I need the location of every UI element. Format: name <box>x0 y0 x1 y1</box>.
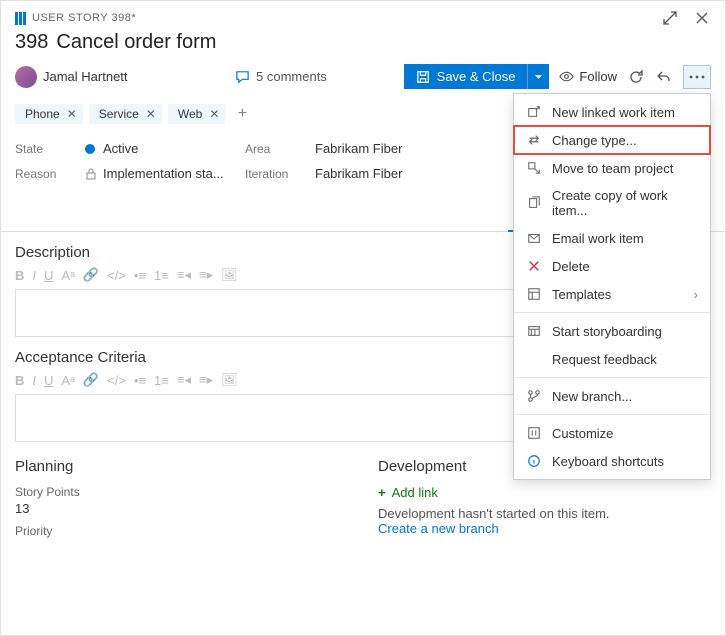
tag-remove-icon[interactable]: ✕ <box>209 107 219 121</box>
save-dropdown-button[interactable] <box>527 64 549 89</box>
menu-customize[interactable]: Customize <box>514 419 710 447</box>
customize-icon <box>526 425 542 441</box>
move-icon <box>526 160 542 176</box>
priority-label: Priority <box>15 524 348 538</box>
state-field[interactable]: Active <box>85 141 245 156</box>
delete-icon <box>526 258 542 274</box>
menu-email[interactable]: Email work item <box>514 224 710 252</box>
menu-create-copy[interactable]: Create copy of work item... <box>514 182 710 224</box>
state-label: State <box>15 142 85 156</box>
menu-move-team[interactable]: Move to team project <box>514 154 710 182</box>
refresh-icon[interactable] <box>627 68 645 86</box>
area-label: Area <box>245 142 315 156</box>
lock-icon <box>85 168 97 180</box>
iteration-field[interactable]: Fabrikam Fiber <box>315 166 515 181</box>
area-field[interactable]: Fabrikam Fiber <box>315 141 515 156</box>
menu-feedback[interactable]: Request feedback <box>514 345 710 373</box>
menu-new-linked[interactable]: New linked work item <box>514 98 710 126</box>
add-link-button[interactable]: +Add link <box>378 485 711 500</box>
feedback-icon <box>526 351 542 367</box>
work-item-type-label: USER STORY 398* <box>15 12 136 25</box>
menu-shortcuts[interactable]: Keyboard shortcuts <box>514 447 710 475</box>
more-actions-button[interactable] <box>683 65 711 89</box>
add-tag-button[interactable]: + <box>231 103 253 125</box>
work-item-title[interactable]: 398Cancel order form <box>15 31 711 54</box>
eye-icon <box>559 69 574 84</box>
chevron-right-icon: › <box>694 287 698 302</box>
tag-phone[interactable]: Phone✕ <box>15 104 83 124</box>
info-icon <box>526 453 542 469</box>
tag-service[interactable]: Service✕ <box>89 104 162 124</box>
state-dot-icon <box>85 144 95 154</box>
plus-icon: + <box>378 485 386 500</box>
iteration-label: Iteration <box>245 167 315 181</box>
copy-icon <box>526 195 542 211</box>
assignee-name: Jamal Hartnett <box>43 69 128 84</box>
assignee-field[interactable]: Jamal Hartnett <box>15 66 195 88</box>
reason-field[interactable]: Implementation sta... <box>85 166 245 181</box>
email-icon <box>526 230 542 246</box>
save-icon <box>416 70 430 84</box>
story-points-value[interactable]: 13 <box>15 501 348 516</box>
create-branch-link[interactable]: Create a new branch <box>378 521 711 536</box>
branch-icon <box>526 388 542 404</box>
storyboard-icon <box>526 323 542 339</box>
save-close-button[interactable]: Save & Close <box>404 64 550 89</box>
menu-delete[interactable]: Delete <box>514 252 710 280</box>
follow-button[interactable]: Follow <box>559 69 617 84</box>
development-text: Development hasn't started on this item. <box>378 506 711 521</box>
planning-heading: Planning <box>15 458 348 475</box>
more-actions-menu: New linked work item Change type... Move… <box>513 93 711 480</box>
ellipsis-icon <box>689 75 705 79</box>
menu-new-branch[interactable]: New branch... <box>514 382 710 410</box>
avatar <box>15 66 37 88</box>
menu-change-type[interactable]: Change type... <box>514 126 710 154</box>
menu-templates[interactable]: Templates› <box>514 280 710 308</box>
change-type-icon <box>526 132 542 148</box>
tag-web[interactable]: Web✕ <box>168 104 226 124</box>
templates-icon <box>526 286 542 302</box>
reason-label: Reason <box>15 167 85 181</box>
user-story-icon <box>15 12 26 25</box>
link-plus-icon <box>526 104 542 120</box>
comment-icon <box>235 69 250 84</box>
undo-icon[interactable] <box>655 68 673 86</box>
tag-remove-icon[interactable]: ✕ <box>146 107 156 121</box>
close-icon[interactable] <box>693 9 711 27</box>
comments-link[interactable]: 5 comments <box>235 69 327 84</box>
story-points-label: Story Points <box>15 485 348 499</box>
tag-remove-icon[interactable]: ✕ <box>67 107 77 121</box>
open-full-icon[interactable] <box>661 9 679 27</box>
menu-storyboard[interactable]: Start storyboarding <box>514 317 710 345</box>
